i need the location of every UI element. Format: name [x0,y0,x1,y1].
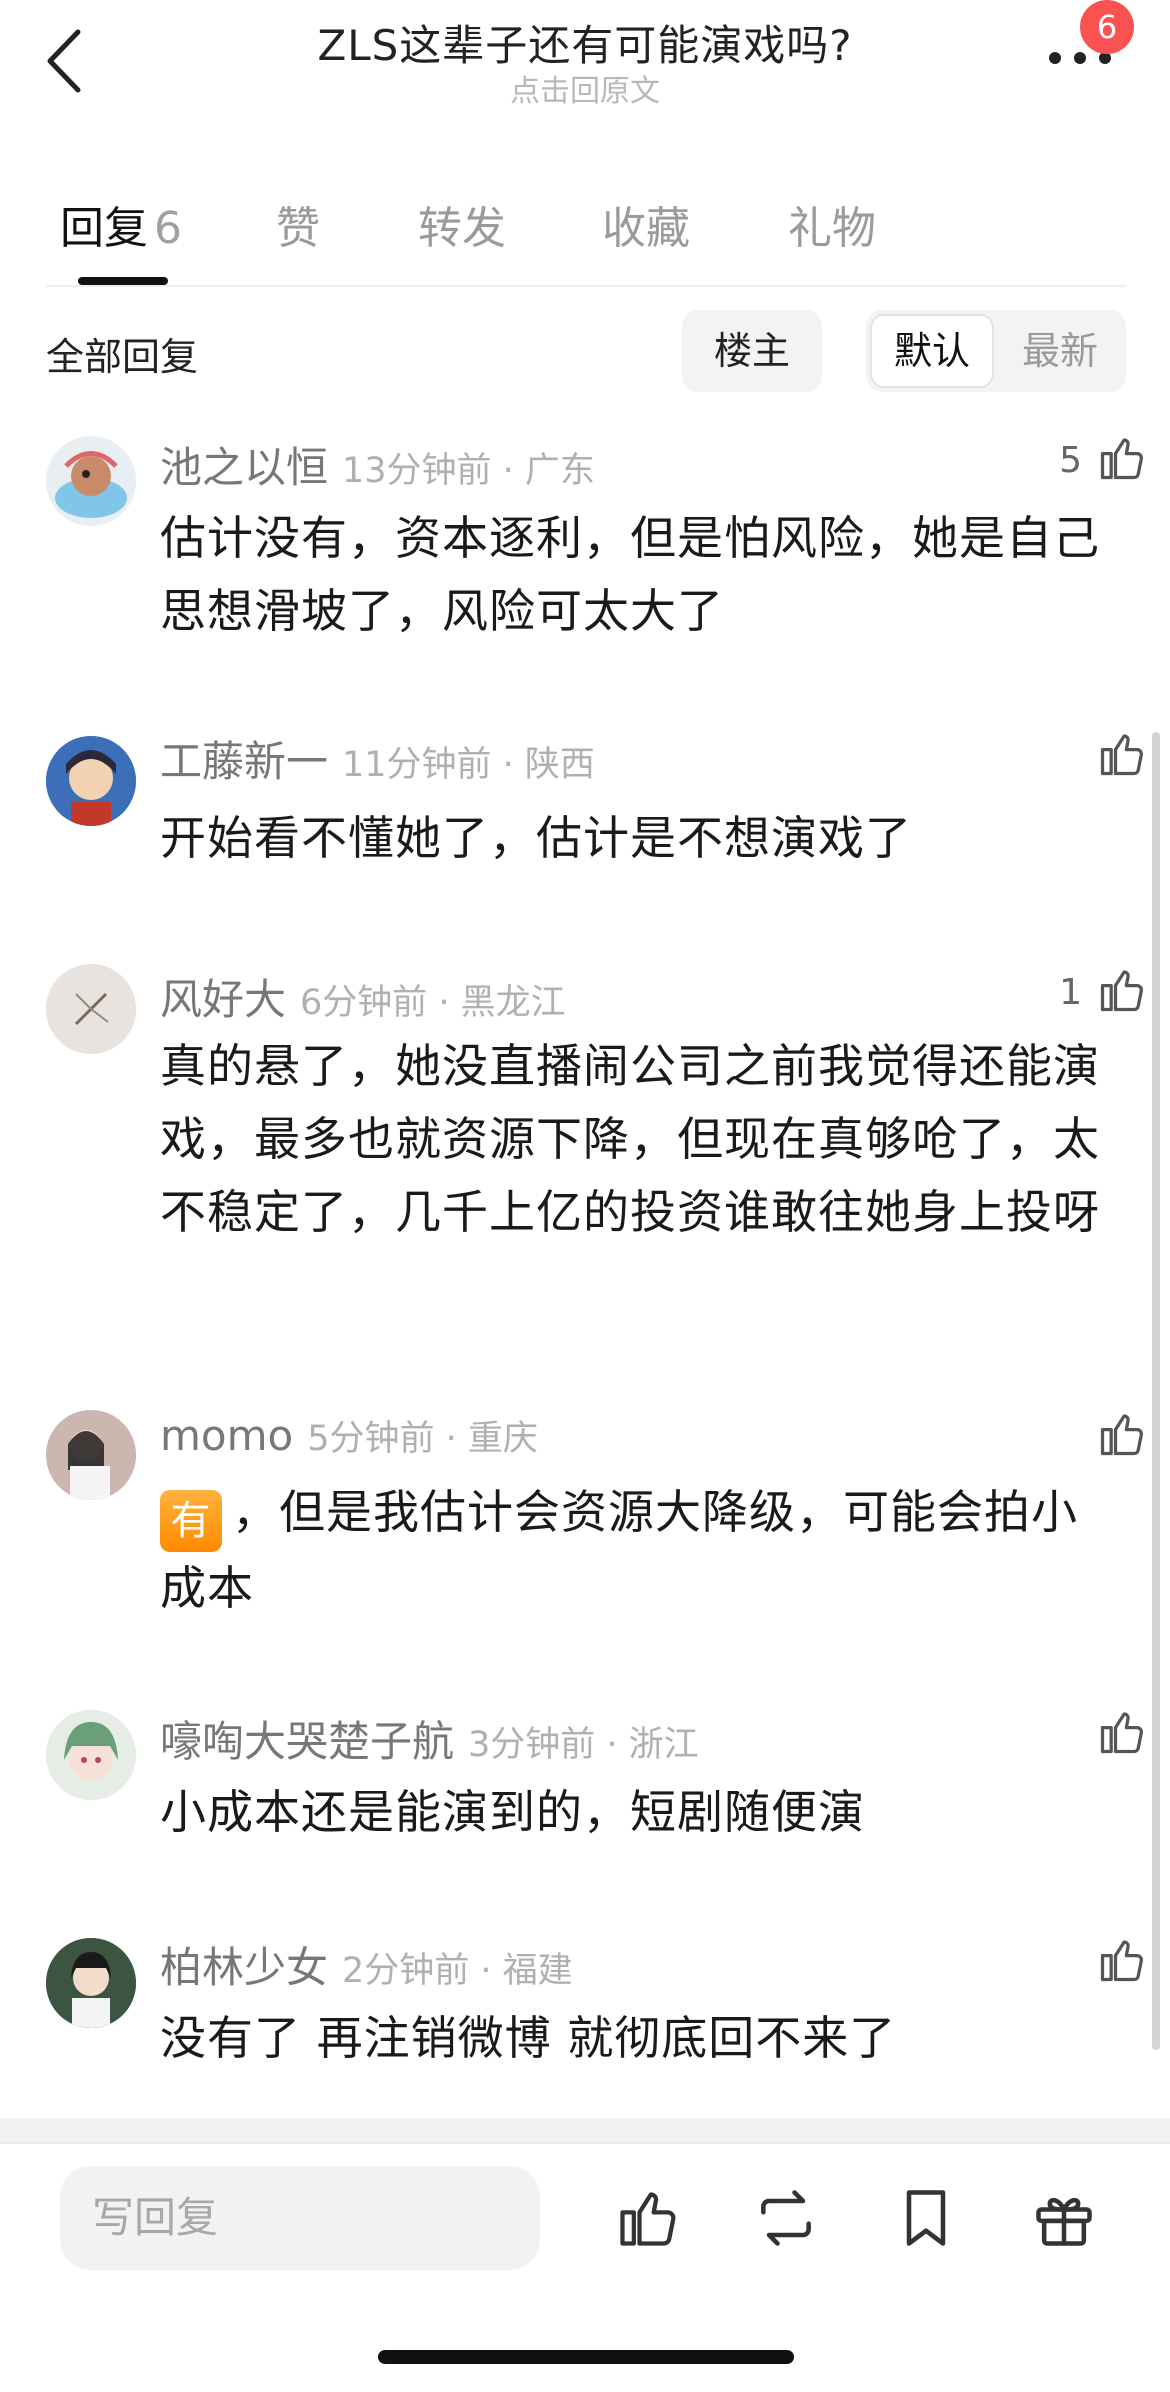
avatar-illustration [55,451,127,518]
repost-icon[interactable] [752,2184,820,2252]
comment-author[interactable]: 工藤新一 11分钟前 · 陕西 [160,728,595,789]
tabs-divider [46,285,1126,287]
comment-time-location: 2分钟前 · 福建 [342,1951,573,1991]
comment-text: 有，但是我估计会资源大降级，可能会拍小成本 [160,1476,1120,1625]
scrollbar[interactable] [1152,732,1160,2050]
like-button[interactable]: 1 [1036,964,1156,1024]
comment-username[interactable]: momo [160,1411,293,1460]
reply-input[interactable]: 写回复 [60,2166,540,2270]
tab-replies[interactable]: 回复 6 [60,192,182,256]
like-button[interactable] [1036,1934,1156,1994]
comment-author[interactable]: 柏林少女 2分钟前 · 福建 [160,1934,573,1995]
tab-replies-label: 回复 [60,203,148,254]
tab-replies-count: 6 [154,203,182,254]
owner-filter-button[interactable]: 楼主 [682,310,822,392]
sort-default-button[interactable]: 默认 [870,314,994,388]
bookmark-icon[interactable] [892,2184,960,2252]
comment-time-location: 5分钟前 · 重庆 [307,1419,538,1459]
bottom-divider [0,2142,1170,2144]
comment-time-location: 11分钟前 · 陕西 [342,745,595,785]
avatar[interactable] [46,1410,136,1500]
comment-text: 估计没有，资本逐利，但是怕风险，她是自己思想滑坡了，风险可太大了 [160,511,1100,638]
comment-username[interactable]: 池之以恒 [160,443,328,492]
tab-likes[interactable]: 赞 [276,192,320,256]
page-title: ZLS这辈子还有可能演戏吗? [317,21,853,70]
comment-author[interactable]: 风好大 6分钟前 · 黑龙江 [160,966,566,1027]
comment-author[interactable]: 嚎啕大哭楚子航 3分钟前 · 浙江 [160,1708,699,1769]
tab-reposts[interactable]: 转发 [418,192,506,256]
avatar[interactable] [46,964,136,1054]
back-to-original-link[interactable]: 点击回原文 [0,66,1170,110]
thumbs-up-icon [1100,1940,1143,1982]
like-button[interactable]: 5 [1036,432,1156,492]
comment-text: 没有了 再注销微博 就彻底回不来了 [160,2011,897,2065]
avatar[interactable] [46,1710,136,1800]
avatar-illustration [46,964,136,1054]
comment-text: 开始看不懂她了，估计是不想演戏了 [160,811,912,865]
comment-username[interactable]: 风好大 [160,975,286,1024]
avatar-illustration [46,1710,136,1800]
like-button[interactable] [1036,728,1156,788]
home-indicator [378,2350,794,2364]
comment-time-location: 3分钟前 · 浙江 [468,1725,699,1765]
comment-time-location: 6分钟前 · 黑龙江 [300,983,566,1023]
bottom-separator [0,2118,1170,2142]
comment-username[interactable]: 嚎啕大哭楚子航 [160,1717,454,1766]
comment-username[interactable]: 柏林少女 [160,1943,328,1992]
you-emoji-icon: 有 [160,1490,222,1552]
comment-author[interactable]: momo 5分钟前 · 重庆 [160,1410,538,1461]
like-button[interactable] [1036,1408,1156,1468]
tab-favorites[interactable]: 收藏 [602,192,690,256]
notification-badge: 6 [1080,0,1134,54]
like-icon[interactable] [614,2184,682,2252]
comment-text: 真的悬了，她没直播闹公司之前我觉得还能演戏，最多也就资源下降，但现在真够呛了，太… [160,1039,1100,1239]
comment-text: 小成本还是能演到的，短剧随便演 [160,1785,865,1839]
all-replies-label: 全部回复 [46,335,199,379]
thumbs-up-icon [1100,970,1143,1012]
thumbs-up-icon [1100,734,1143,776]
like-count: 5 [1059,440,1082,481]
avatar[interactable] [46,436,136,526]
active-tab-indicator [78,277,168,285]
like-button[interactable] [1036,1706,1156,1766]
avatar-illustration [46,736,136,826]
avatar-illustration [46,1410,136,1500]
thumbs-up-icon [1100,1712,1143,1754]
comment-username[interactable]: 工藤新一 [160,737,328,786]
thumbs-up-icon [1100,438,1143,480]
comment-author[interactable]: 池之以恒 13分钟前 · 广东 [160,434,595,495]
avatar-illustration [46,1938,136,2028]
thumbs-up-icon [1100,1414,1143,1456]
like-count: 1 [1059,972,1082,1013]
avatar[interactable] [46,1938,136,2028]
sort-newest-button[interactable]: 最新 [1000,314,1120,388]
comment-text-body: ，但是我估计会资源大降级，可能会拍小成本 [160,1485,1078,1615]
gift-icon[interactable] [1030,2184,1098,2252]
comment-time-location: 13分钟前 · 广东 [342,451,595,491]
tab-gifts[interactable]: 礼物 [788,192,876,256]
avatar[interactable] [46,736,136,826]
